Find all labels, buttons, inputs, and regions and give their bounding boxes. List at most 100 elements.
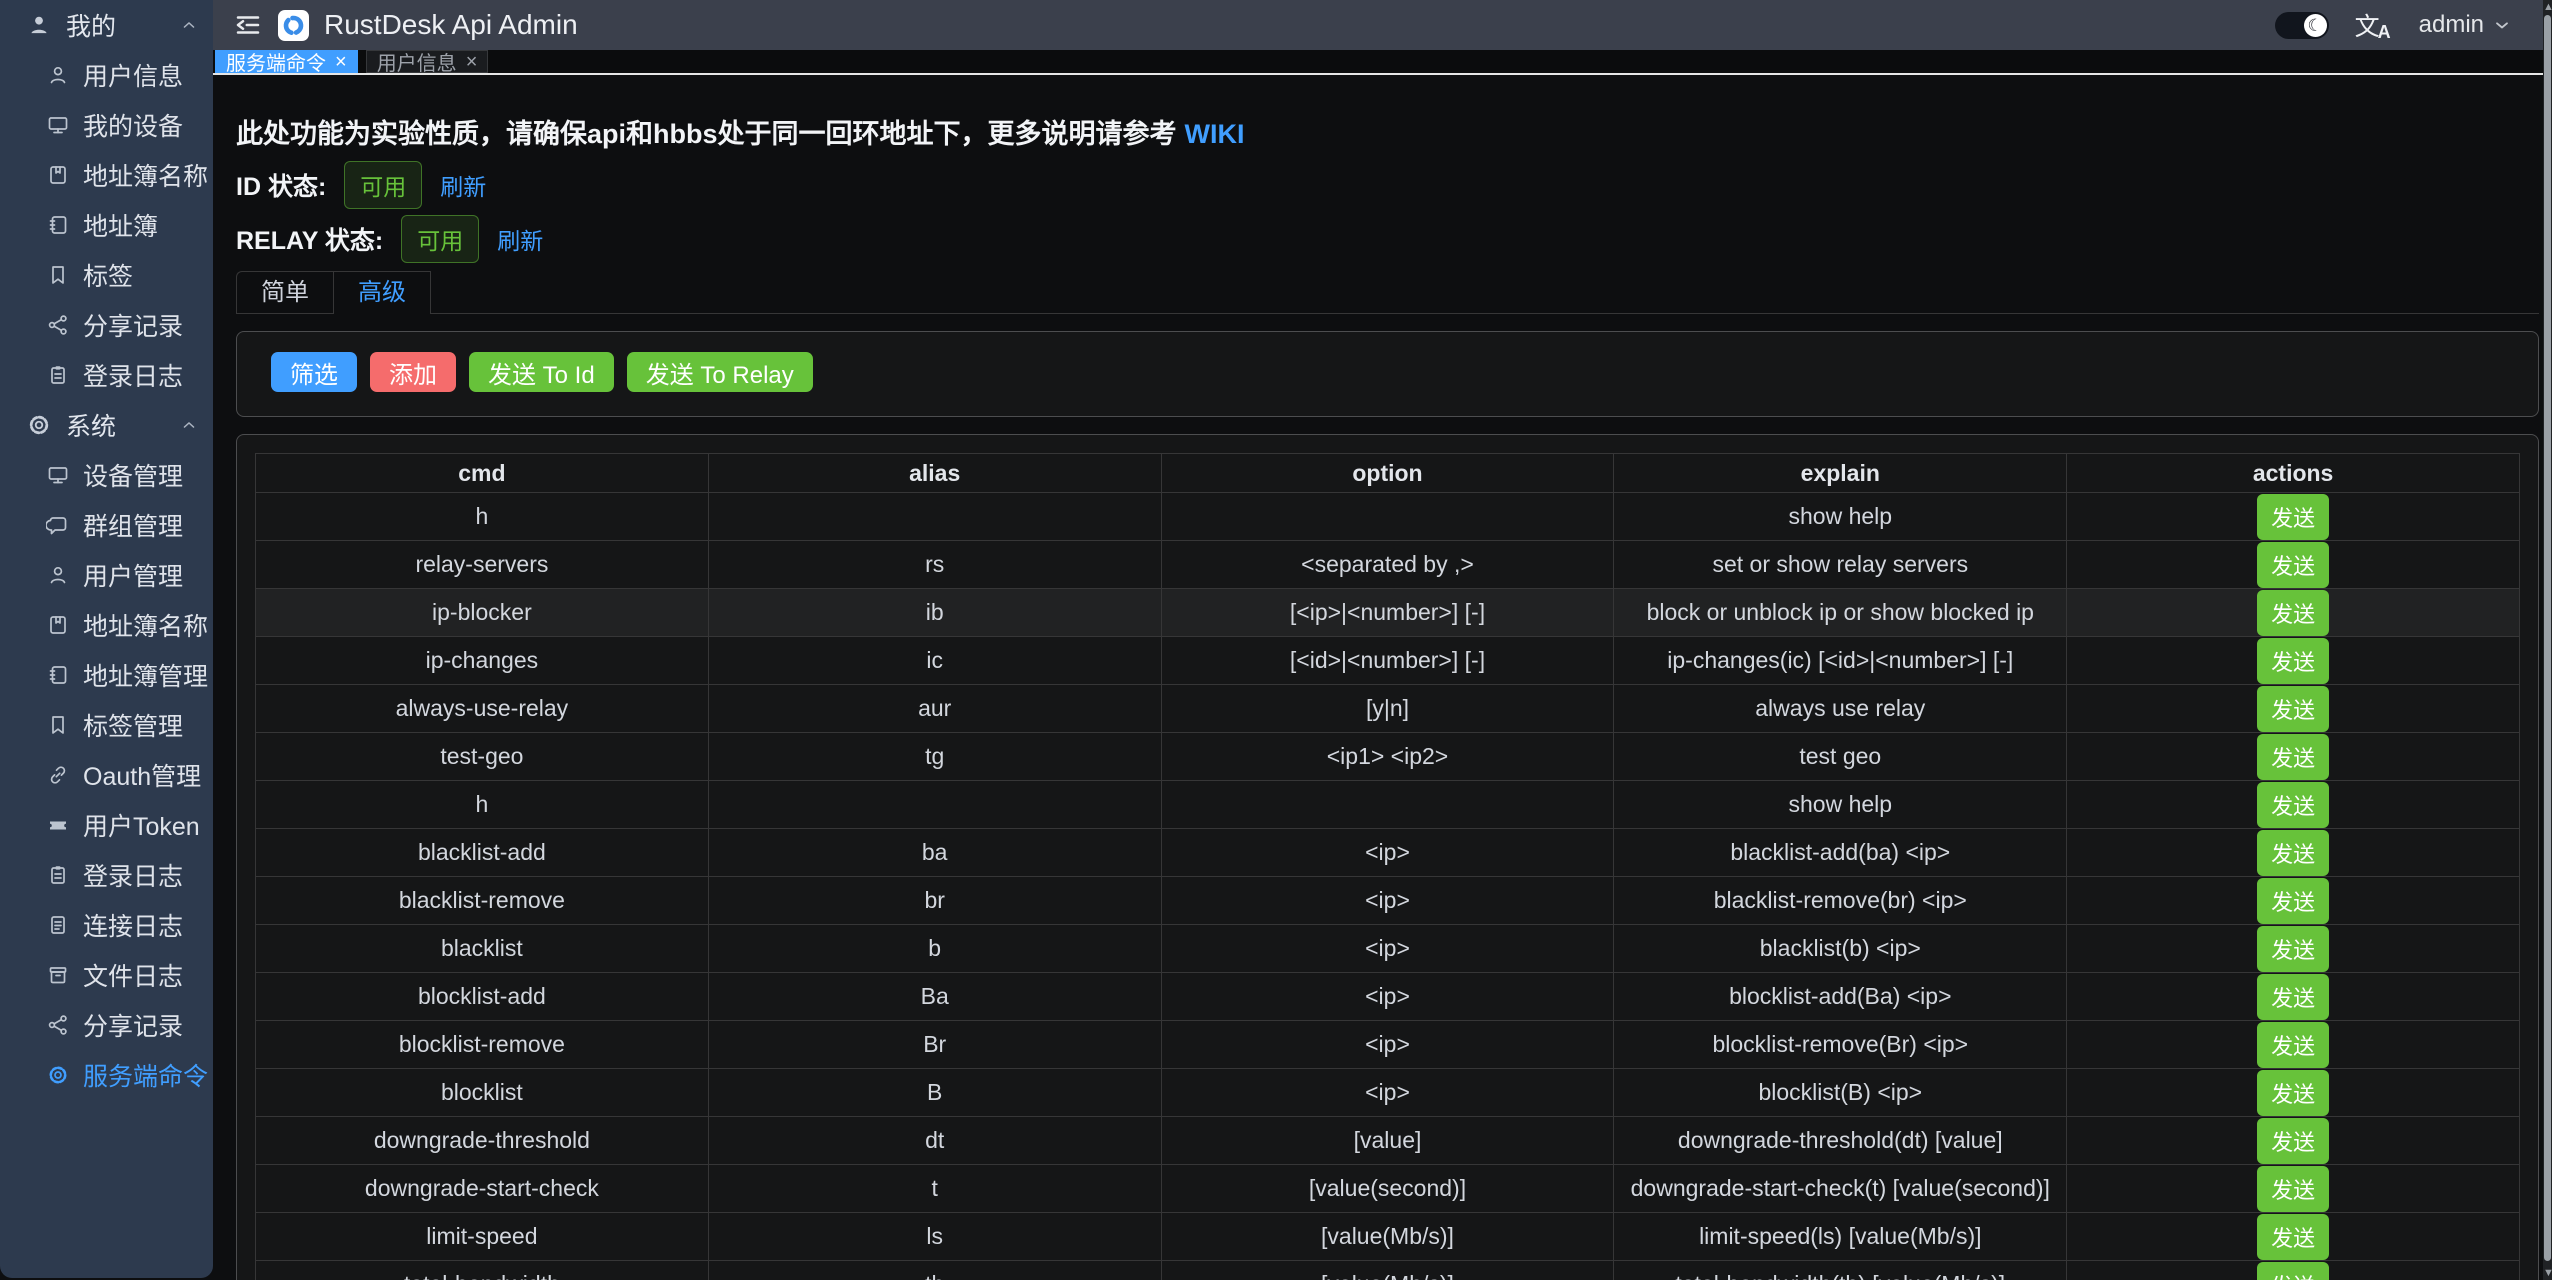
table-cell-actions: 发送 — [2067, 1069, 2520, 1117]
sidebar-item[interactable]: 地址簿名称 — [0, 150, 213, 200]
table-cell-actions: 发送 — [2067, 1165, 2520, 1213]
send-button[interactable]: 发送 — [2257, 878, 2329, 924]
send-button[interactable]: 发送 — [2257, 1022, 2329, 1068]
send-button[interactable]: 发送 — [2257, 782, 2329, 828]
sidebar-item[interactable]: 文件日志 — [0, 950, 213, 1000]
send-button[interactable]: 发送 — [2257, 638, 2329, 684]
table-cell: [y|n] — [1161, 685, 1614, 733]
sidebar-item-label: 我的设备 — [83, 107, 183, 143]
status-badge: 可用 — [401, 215, 479, 263]
sidebar-item[interactable]: 用户Token — [0, 800, 213, 850]
close-icon[interactable]: × — [335, 52, 347, 72]
toolbar-button[interactable]: 发送 To Id — [469, 352, 614, 392]
page-tab[interactable]: 用户信息 × — [366, 50, 489, 73]
table-row: blocklist-removeBr<ip>blocklist-remove(B… — [256, 1021, 2520, 1069]
send-button[interactable]: 发送 — [2257, 734, 2329, 780]
refresh-link[interactable]: 刷新 — [497, 222, 543, 256]
table-row: downgrade-thresholddt[value]downgrade-th… — [256, 1117, 2520, 1165]
table-row: hshow help发送 — [256, 781, 2520, 829]
sidebar-item[interactable]: 设备管理 — [0, 450, 213, 500]
sidebar-item[interactable]: 地址簿管理 — [0, 650, 213, 700]
sidebar-item[interactable]: 我的设备 — [0, 100, 213, 150]
table-cell: Br — [708, 1021, 1161, 1069]
sidebar-section-label: 我的 — [66, 7, 116, 43]
page-tab[interactable]: 服务端命令× — [215, 50, 358, 73]
column-header-alias: alias — [708, 454, 1161, 493]
sidebar-item[interactable]: Oauth管理 — [0, 750, 213, 800]
table-row: hshow help发送 — [256, 493, 2520, 541]
send-button[interactable]: 发送 — [2257, 830, 2329, 876]
wiki-link[interactable]: WIKI — [1185, 119, 1245, 149]
refresh-link[interactable]: 刷新 — [440, 168, 486, 202]
user-menu[interactable]: admin — [2419, 11, 2512, 39]
view-tab-1[interactable]: 高级 — [333, 271, 431, 313]
scrollbar-thumb[interactable] — [2544, 15, 2551, 1261]
table-cell: <ip> — [1161, 1021, 1614, 1069]
table-cell-actions: 发送 — [2067, 973, 2520, 1021]
sidebar-item[interactable]: 登录日志 — [0, 350, 213, 400]
send-button[interactable]: 发送 — [2257, 926, 2329, 972]
table-cell: test geo — [1614, 733, 2067, 781]
close-icon[interactable]: × — [466, 52, 478, 72]
table-cell-actions: 发送 — [2067, 685, 2520, 733]
ticket-icon — [46, 813, 70, 837]
page-tab-label: 用户信息 — [377, 47, 457, 76]
bookmark-icon — [46, 263, 70, 287]
table-cell: blocklist — [256, 1069, 709, 1117]
chat-icon — [46, 513, 70, 537]
table-cell: rs — [708, 541, 1161, 589]
sidebar-item-label: 分享记录 — [83, 307, 183, 343]
status-label: ID 状态: — [236, 167, 326, 203]
sidebar-item[interactable]: 分享记录 — [0, 300, 213, 350]
send-button[interactable]: 发送 — [2257, 974, 2329, 1020]
send-button[interactable]: 发送 — [2257, 590, 2329, 636]
send-button[interactable]: 发送 — [2257, 1214, 2329, 1260]
send-button[interactable]: 发送 — [2257, 1262, 2329, 1280]
table-cell: <ip1> <ip2> — [1161, 733, 1614, 781]
sidebar-item[interactable]: 登录日志 — [0, 850, 213, 900]
send-button[interactable]: 发送 — [2257, 494, 2329, 540]
sidebar-section-1[interactable]: 系统 — [0, 400, 213, 450]
sidebar-section-0[interactable]: 我的 — [0, 0, 213, 50]
table-cell: h — [256, 493, 709, 541]
sidebar-item[interactable]: 分享记录 — [0, 1000, 213, 1050]
send-button[interactable]: 发送 — [2257, 686, 2329, 732]
send-button[interactable]: 发送 — [2257, 1070, 2329, 1116]
sidebar-item[interactable]: 服务端命令 — [0, 1050, 213, 1100]
status-badge: 可用 — [344, 161, 422, 209]
status-row: ID 状态:可用刷新 — [236, 165, 2539, 205]
toolbar-button[interactable]: 添加 — [370, 352, 456, 392]
dark-mode-toggle[interactable]: ☾ — [2275, 12, 2329, 39]
table-cell: t — [708, 1165, 1161, 1213]
sidebar-item-label: 登录日志 — [83, 857, 183, 893]
sidebar-item[interactable]: 标签 — [0, 250, 213, 300]
table-cell: set or show relay servers — [1614, 541, 2067, 589]
toolbar-button[interactable]: 筛选 — [271, 352, 357, 392]
toolbar-button[interactable]: 发送 To Relay — [627, 352, 813, 392]
translate-icon[interactable]: 文A — [2355, 7, 2391, 43]
sidebar-item[interactable]: 地址簿名称 — [0, 600, 213, 650]
send-button[interactable]: 发送 — [2257, 542, 2329, 588]
column-header-actions: actions — [2067, 454, 2520, 493]
send-button[interactable]: 发送 — [2257, 1166, 2329, 1212]
sidebar-item[interactable]: 群组管理 — [0, 500, 213, 550]
experimental-notice: 此处功能为实验性质，请确保api和hbbs处于同一回环地址下，更多说明请参考WI… — [236, 112, 2539, 151]
sidebar-item[interactable]: 地址簿 — [0, 200, 213, 250]
sidebar-item[interactable]: 标签管理 — [0, 700, 213, 750]
vertical-scrollbar[interactable]: ▲ ▼ — [2543, 0, 2552, 1280]
sidebar-item[interactable]: 用户信息 — [0, 50, 213, 100]
table-cell: <separated by ,> — [1161, 541, 1614, 589]
scroll-down-icon[interactable]: ▼ — [2543, 1266, 2552, 1280]
user-icon — [46, 63, 70, 87]
table-cell: ba — [708, 829, 1161, 877]
sidebar-item[interactable]: 用户管理 — [0, 550, 213, 600]
fold-menu-icon[interactable] — [233, 10, 263, 40]
view-tab-0[interactable]: 简单 — [236, 271, 333, 313]
sidebar-item[interactable]: 连接日志 — [0, 900, 213, 950]
send-button[interactable]: 发送 — [2257, 1118, 2329, 1164]
top-header: RustDesk Api Admin ☾ 文A admin — [213, 0, 2552, 50]
sidebar-item-label: 服务端命令 — [83, 1057, 208, 1093]
table-cell-actions: 发送 — [2067, 589, 2520, 637]
table-cell: limit-speed — [256, 1213, 709, 1261]
scroll-up-icon[interactable]: ▲ — [2543, 0, 2552, 14]
